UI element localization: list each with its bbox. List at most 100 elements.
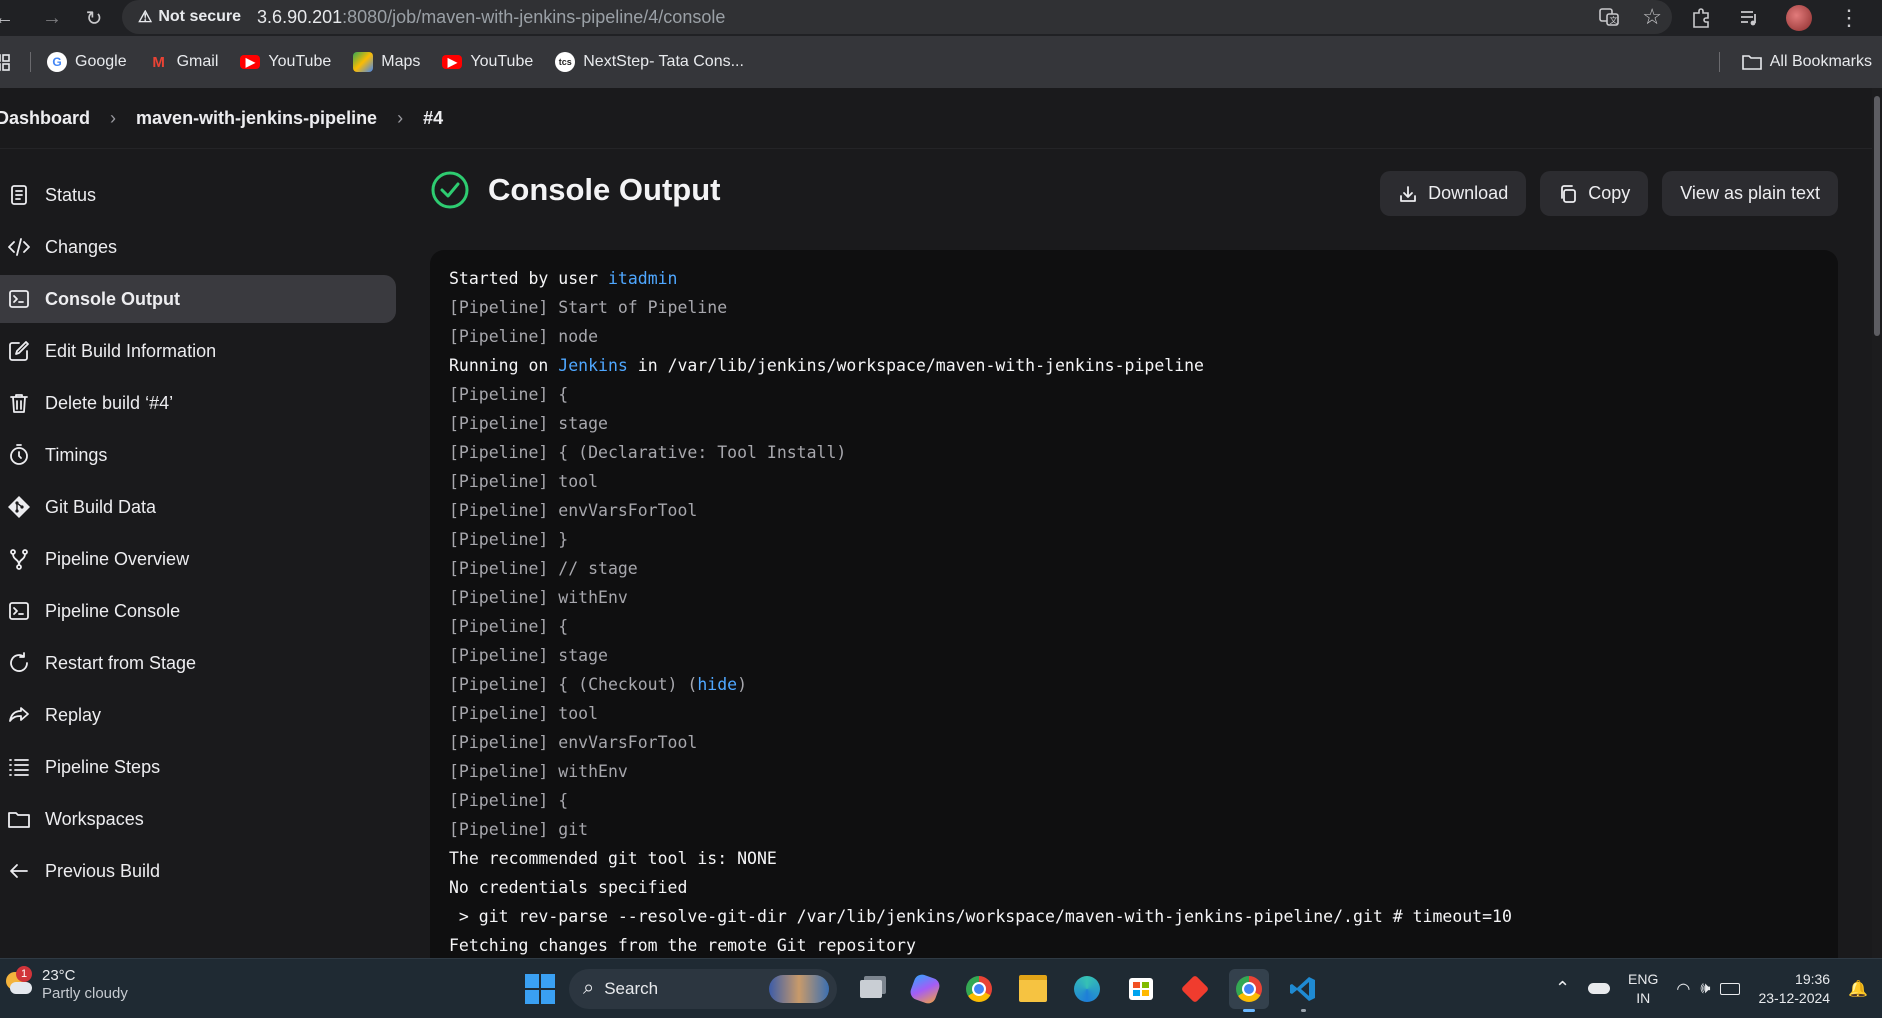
bookmark-google[interactable]: G Google: [47, 52, 127, 72]
sidebar-item-restart-from-stage[interactable]: Restart from Stage: [0, 639, 396, 687]
extensions-icon[interactable]: [1690, 7, 1712, 29]
bookmarks-divider: [1718, 52, 1720, 72]
sidebar-item-changes[interactable]: Changes: [0, 223, 396, 271]
clock[interactable]: 19:36 23-12-2024: [1758, 970, 1830, 1008]
browser-toolbar: ← → ↻ ⚠ Not secure 3.6.90.201:8080/job/m…: [0, 0, 1882, 36]
bookmark-maps[interactable]: Maps: [353, 52, 420, 72]
menu-icon[interactable]: ⋮: [1838, 5, 1860, 31]
sidebar-item-label: Status: [45, 184, 97, 205]
windows-start-icon[interactable]: [525, 973, 555, 1004]
sidebar-item-git-build-data[interactable]: Git Build Data: [0, 483, 396, 531]
page-scrollbar[interactable]: [1872, 88, 1882, 958]
bookmark-label: Maps: [381, 53, 421, 70]
sidebar-item-pipeline-console[interactable]: Pipeline Console: [0, 587, 396, 635]
console-line: No credentials specified: [449, 878, 688, 897]
sidebar-item-label: Replay: [45, 704, 102, 725]
media-icon[interactable]: [1738, 7, 1760, 29]
apps-grid-icon[interactable]: [0, 52, 16, 72]
edge-icon[interactable]: [1067, 969, 1107, 1009]
translate-icon[interactable]: 文: [1598, 6, 1620, 28]
quick-settings[interactable]: ◠ 🕪: [1676, 979, 1741, 999]
onedrive-icon[interactable]: [1588, 983, 1611, 994]
language-indicator[interactable]: ENG IN: [1628, 970, 1658, 1008]
terminal-icon: [6, 286, 32, 312]
address-bar[interactable]: ⚠ Not secure 3.6.90.201:8080/job/maven-w…: [122, 0, 1672, 34]
forward-icon[interactable]: →: [34, 0, 70, 36]
sidebar-item-console-output[interactable]: Console Output: [0, 275, 396, 323]
sidebar-item-workspaces[interactable]: Workspaces: [0, 795, 396, 843]
bookmark-gmail[interactable]: M Gmail: [149, 52, 218, 72]
sidebar-item-label: Pipeline Console: [45, 600, 181, 621]
weather-widget[interactable]: 1 23°C Partly cloudy: [4, 966, 128, 1003]
task-view-icon[interactable]: [851, 969, 891, 1009]
chrome-active-icon[interactable]: [1229, 968, 1269, 1012]
sidebar-item-timings[interactable]: Timings: [0, 431, 396, 479]
sidebar-item-label: Console Output: [45, 288, 180, 309]
breadcrumb-job[interactable]: maven-with-jenkins-pipeline: [136, 108, 377, 129]
bookmark-label: YouTube: [470, 53, 534, 70]
bookmark-youtube[interactable]: ▶ YouTube: [240, 53, 331, 71]
user-link[interactable]: itadmin: [608, 269, 678, 288]
sidebar-item-previous-build[interactable]: Previous Build: [0, 847, 396, 895]
bookmark-nextstep[interactable]: tcs NextStep- Tata Cons...: [555, 52, 744, 72]
view-plain-text-label: View as plain text: [1680, 183, 1820, 203]
sidebar-item-status[interactable]: Status: [0, 171, 396, 219]
breadcrumb-build[interactable]: #4: [423, 108, 443, 129]
success-check-icon: [431, 171, 469, 209]
file-explorer-icon[interactable]: [1013, 969, 1053, 1009]
git-client-icon[interactable]: [1175, 969, 1215, 1009]
console-line: [Pipeline] {: [449, 791, 569, 810]
sidebar-item-pipeline-steps[interactable]: Pipeline Steps: [0, 743, 396, 791]
console-line: > git rev-parse --resolve-git-dir /var/l…: [449, 907, 1512, 926]
vscode-icon[interactable]: [1283, 969, 1323, 1012]
security-chip[interactable]: ⚠ Not secure: [134, 7, 249, 27]
google-icon: G: [47, 52, 67, 72]
sidebar-item-edit-build-information[interactable]: Edit Build Information: [0, 327, 396, 375]
console-line: [Pipeline] tool: [449, 704, 599, 723]
node-link[interactable]: Jenkins: [558, 356, 628, 375]
sidebar-item-pipeline-overview[interactable]: Pipeline Overview: [0, 535, 396, 583]
notification-bell-icon[interactable]: 🔔: [1848, 979, 1868, 999]
profile-avatar[interactable]: [1786, 5, 1812, 31]
gmail-icon: M: [152, 53, 165, 71]
chevron-up-icon[interactable]: ⌃: [1555, 978, 1570, 999]
hide-link[interactable]: hide: [697, 675, 737, 694]
console-line: [Pipeline] Start of Pipeline: [449, 298, 728, 317]
url-path: :8080/job/maven-with-jenkins-pipeline/4/…: [342, 6, 726, 27]
copy-label: Copy: [1588, 183, 1631, 203]
bookmark-youtube-2[interactable]: ▶ YouTube: [442, 53, 533, 71]
console-line: [Pipeline] {: [449, 385, 569, 404]
restart-icon: [6, 650, 32, 676]
console-line: [Pipeline] node: [449, 327, 599, 346]
chrome-icon[interactable]: [959, 969, 999, 1009]
star-icon[interactable]: ☆: [1642, 4, 1662, 30]
breadcrumb-dashboard[interactable]: Dashboard: [0, 108, 90, 129]
store-icon[interactable]: [1121, 969, 1161, 1009]
maps-icon: [353, 52, 374, 72]
console-line: [Pipeline] envVarsForTool: [449, 501, 698, 520]
security-label: Not secure: [158, 8, 242, 25]
console-output-panel: Started by user itadmin [Pipeline] Start…: [430, 250, 1838, 970]
search-highlight-image: [769, 974, 829, 1003]
view-plain-text-button[interactable]: View as plain text: [1662, 171, 1838, 216]
copy-icon: [1561, 184, 1577, 203]
copilot-icon[interactable]: [905, 969, 945, 1009]
all-bookmarks[interactable]: All Bookmarks: [1718, 36, 1872, 88]
copy-button[interactable]: Copy: [1540, 171, 1649, 216]
console-line: [Pipeline] { (Declarative: Tool Install): [449, 443, 847, 462]
back-icon[interactable]: ←: [0, 0, 14, 36]
console-line: [Pipeline] envVarsForTool: [449, 733, 698, 752]
code-icon: [6, 234, 32, 260]
git-icon: [6, 494, 32, 520]
replay-icon: [6, 702, 32, 728]
console-line: [Pipeline] stage: [449, 646, 608, 665]
bookmark-label: Google: [75, 53, 127, 70]
reload-icon[interactable]: ↻: [76, 0, 112, 36]
scrollbar-thumb[interactable]: [1874, 96, 1880, 336]
console-line: [Pipeline] {: [449, 617, 569, 636]
taskbar-search[interactable]: ⌕ Search: [569, 968, 837, 1009]
download-button[interactable]: Download: [1380, 171, 1527, 216]
sidebar-item-delete-build[interactable]: Delete build ‘#4’: [0, 379, 396, 427]
sidebar-item-label: Timings: [45, 444, 108, 465]
sidebar-item-replay[interactable]: Replay: [0, 691, 396, 739]
